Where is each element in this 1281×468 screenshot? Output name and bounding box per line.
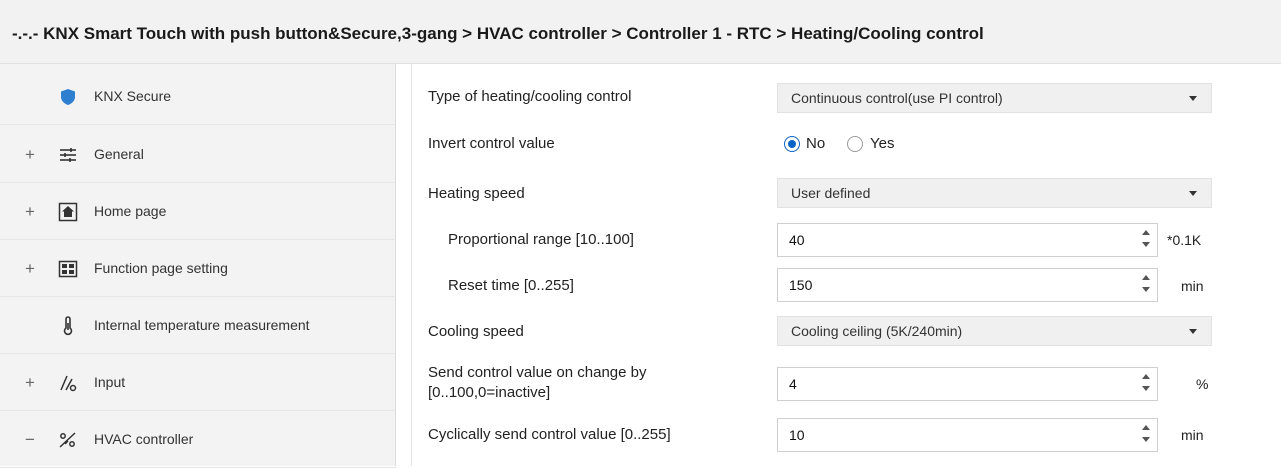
spin-arrows[interactable] [1139, 374, 1153, 394]
heating-speed-select[interactable]: User defined [777, 178, 1212, 208]
reset-time-unit: min [1181, 278, 1204, 294]
sidebar-item-general[interactable]: + General [0, 126, 396, 183]
cyclic-label: Cyclically send control value [0..255] [428, 426, 671, 443]
sliders-icon [58, 145, 78, 165]
arrow-down-icon[interactable] [1142, 437, 1150, 442]
title-bar: -.-.- KNX Smart Touch with push button&S… [0, 0, 1281, 64]
invert-no-radio[interactable] [784, 136, 800, 152]
sidebar-item-knx-secure[interactable]: KNX Secure [0, 68, 396, 125]
heating-speed-value: User defined [791, 185, 871, 201]
sidebar: KNX Secure + General + Home page + Funct… [0, 64, 396, 468]
heating-speed-label: Heating speed [428, 185, 525, 202]
expand-icon[interactable]: + [22, 354, 38, 411]
type-select[interactable]: Continuous control(use PI control) [777, 83, 1212, 113]
cyclic-stepper[interactable]: 10 [777, 418, 1158, 452]
cooling-speed-value: Cooling ceiling (5K/240min) [791, 323, 963, 339]
send-change-label-line2: [0..100,0=inactive] [428, 384, 551, 401]
spin-arrows[interactable] [1139, 275, 1153, 295]
send-change-label: Send control value on change by [0..100,… [428, 363, 647, 403]
sidebar-item-label: Input [94, 374, 126, 390]
sidebar-item-label: General [94, 146, 144, 162]
panel-divider [411, 64, 412, 466]
expander [22, 297, 38, 354]
grid-icon [58, 259, 78, 279]
breadcrumb: -.-.- KNX Smart Touch with push button&S… [12, 24, 984, 43]
expand-icon[interactable]: + [22, 240, 38, 297]
sidebar-item-hvac-controller[interactable]: − HVAC controller [0, 411, 396, 468]
prop-range-stepper[interactable]: 40 [777, 223, 1158, 257]
shield-icon [58, 87, 78, 107]
arrow-up-icon[interactable] [1142, 425, 1150, 430]
cooling-speed-label: Cooling speed [428, 323, 524, 340]
expand-icon[interactable]: + [22, 126, 38, 183]
invert-no-label[interactable]: No [806, 135, 825, 152]
sidebar-item-label: Internal temperature measurement [94, 317, 310, 333]
cyclic-value: 10 [789, 427, 805, 443]
sidebar-item-label: Home page [94, 203, 167, 219]
chevron-down-icon [1189, 96, 1197, 101]
prop-range-value: 40 [789, 232, 805, 248]
arrow-up-icon[interactable] [1142, 230, 1150, 235]
sidebar-item-function-page-setting[interactable]: + Function page setting [0, 240, 396, 297]
hvac-icon [58, 430, 78, 450]
type-select-value: Continuous control(use PI control) [791, 90, 1003, 106]
invert-yes-label[interactable]: Yes [870, 135, 894, 152]
spin-arrows[interactable] [1139, 425, 1153, 445]
arrow-up-icon[interactable] [1142, 275, 1150, 280]
reset-time-stepper[interactable]: 150 [777, 268, 1158, 302]
send-change-value: 4 [789, 376, 797, 392]
invert-label: Invert control value [428, 135, 555, 152]
send-change-label-line1: Send control value on change by [428, 364, 647, 381]
chevron-down-icon [1189, 329, 1197, 334]
sidebar-item-label: Function page setting [94, 260, 228, 276]
thermometer-icon [58, 316, 78, 336]
send-change-stepper[interactable]: 4 [777, 367, 1158, 401]
cooling-speed-select[interactable]: Cooling ceiling (5K/240min) [777, 316, 1212, 346]
reset-time-value: 150 [789, 277, 813, 293]
send-change-unit: % [1196, 376, 1209, 392]
expander [22, 68, 38, 125]
expand-icon[interactable]: + [22, 183, 38, 240]
prop-range-label: Proportional range [10..100] [448, 231, 634, 248]
sidebar-item-input[interactable]: + Input [0, 354, 396, 411]
sidebar-item-home-page[interactable]: + Home page [0, 183, 396, 240]
arrow-down-icon[interactable] [1142, 242, 1150, 247]
sidebar-item-internal-temperature-measurement[interactable]: Internal temperature measurement [0, 297, 396, 354]
arrow-down-icon[interactable] [1142, 386, 1150, 391]
type-label: Type of heating/cooling control [428, 88, 632, 105]
cyclic-unit: min [1181, 427, 1204, 443]
collapse-icon[interactable]: − [22, 411, 38, 468]
home-icon [58, 202, 78, 222]
input-icon [58, 373, 78, 393]
prop-range-unit: *0.1K [1167, 232, 1202, 248]
chevron-down-icon [1189, 191, 1197, 196]
sidebar-item-label: KNX Secure [94, 88, 172, 104]
sidebar-item-label: HVAC controller [94, 431, 194, 447]
arrow-down-icon[interactable] [1142, 287, 1150, 292]
reset-time-label: Reset time [0..255] [448, 277, 574, 294]
invert-yes-radio[interactable] [847, 136, 863, 152]
arrow-up-icon[interactable] [1142, 374, 1150, 379]
spin-arrows[interactable] [1139, 230, 1153, 250]
